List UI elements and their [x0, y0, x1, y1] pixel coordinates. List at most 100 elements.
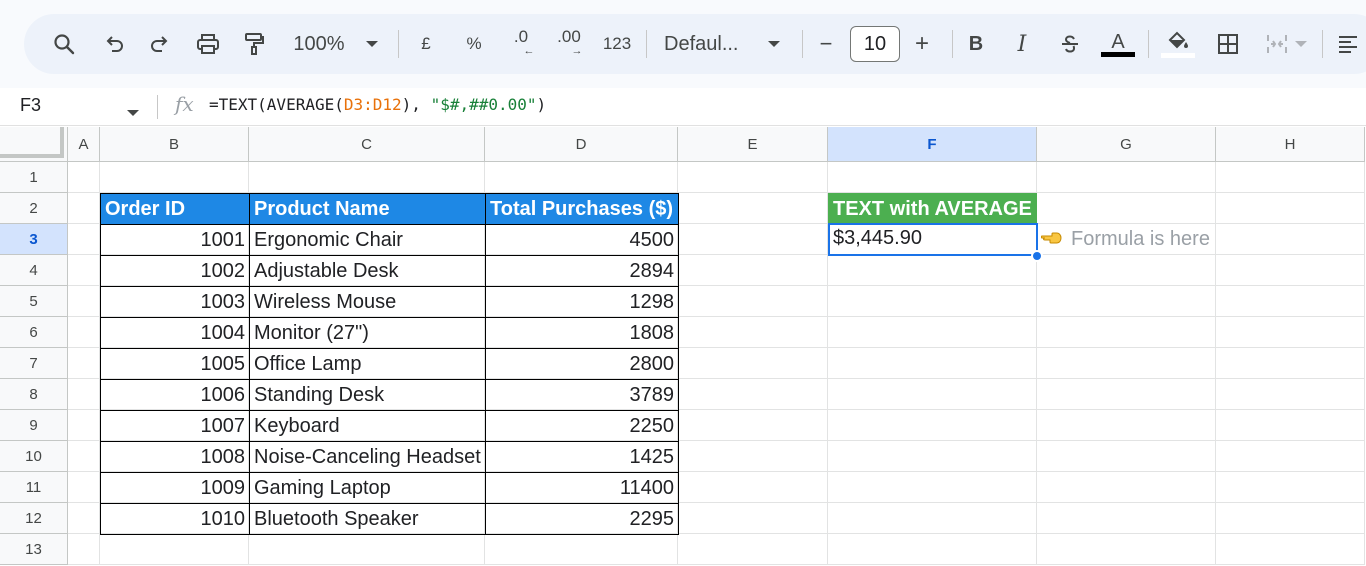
total-purchases-cell[interactable]: 4500: [485, 224, 679, 256]
borders-icon[interactable]: [1214, 28, 1242, 60]
order-id-cell[interactable]: 1002: [100, 255, 250, 287]
cell-a9[interactable]: [68, 410, 100, 441]
row-header-6[interactable]: 6: [0, 317, 68, 348]
order-id-cell[interactable]: 1004: [100, 317, 250, 349]
italic-button[interactable]: I: [1010, 28, 1034, 60]
cell-h3[interactable]: [1216, 224, 1365, 255]
cell-h13[interactable]: [1216, 534, 1365, 565]
cell-f10[interactable]: [828, 441, 1037, 472]
cell-a6[interactable]: [68, 317, 100, 348]
fill-color-icon[interactable]: [1160, 28, 1196, 60]
formula-input[interactable]: =TEXT(AVERAGE(D3:D12), "$#,##0.00"): [209, 95, 546, 114]
row-header-11[interactable]: 11: [0, 472, 68, 503]
cell-g1[interactable]: [1037, 162, 1216, 193]
row-header-8[interactable]: 8: [0, 379, 68, 410]
product-name-cell[interactable]: Wireless Mouse: [249, 286, 486, 318]
cell-f12[interactable]: [828, 503, 1037, 534]
active-cell-f3[interactable]: $3,445.90: [828, 223, 1038, 256]
order-id-cell[interactable]: 1008: [100, 441, 250, 473]
total-purchases-cell[interactable]: 2250: [485, 410, 679, 442]
cell-b13[interactable]: [100, 534, 249, 565]
cell-e2[interactable]: [678, 193, 828, 224]
product-name-cell[interactable]: Gaming Laptop: [249, 472, 486, 504]
cell-h1[interactable]: [1216, 162, 1365, 193]
cell-a11[interactable]: [68, 472, 100, 503]
cell-c13[interactable]: [249, 534, 485, 565]
cell-f5[interactable]: [828, 286, 1037, 317]
name-box[interactable]: F3: [20, 95, 41, 116]
percent-format-button[interactable]: %: [462, 28, 486, 60]
cell-g11[interactable]: [1037, 472, 1216, 503]
redo-icon[interactable]: [144, 28, 176, 60]
decrease-font-size-button[interactable]: −: [814, 28, 838, 60]
cell-g2[interactable]: [1037, 193, 1216, 224]
search-icon[interactable]: [48, 28, 80, 60]
cell-g7[interactable]: [1037, 348, 1216, 379]
product-name-cell[interactable]: Keyboard: [249, 410, 486, 442]
cell-f11[interactable]: [828, 472, 1037, 503]
cell-e3[interactable]: [678, 224, 828, 255]
text-color-button[interactable]: A: [1100, 28, 1136, 60]
result-header-cell[interactable]: TEXT with AVERAGE: [828, 193, 1037, 224]
bold-button[interactable]: B: [964, 28, 988, 60]
row-header-7[interactable]: 7: [0, 348, 68, 379]
product-name-cell[interactable]: Adjustable Desk: [249, 255, 486, 287]
cell-h8[interactable]: [1216, 379, 1365, 410]
cell-a2[interactable]: [68, 193, 100, 224]
order-id-cell[interactable]: 1001: [100, 224, 250, 256]
column-header-c[interactable]: C: [249, 127, 485, 162]
column-header-d[interactable]: D: [485, 127, 678, 162]
cell-a13[interactable]: [68, 534, 100, 565]
number-format-button[interactable]: 123: [598, 28, 636, 60]
total-purchases-cell[interactable]: 1425: [485, 441, 679, 473]
total-purchases-cell[interactable]: 2800: [485, 348, 679, 380]
cell-h4[interactable]: [1216, 255, 1365, 286]
cell-f4[interactable]: [828, 255, 1037, 286]
order-id-header[interactable]: Order ID: [100, 193, 250, 225]
column-header-e[interactable]: E: [678, 127, 828, 162]
cell-f13[interactable]: [828, 534, 1037, 565]
cell-a5[interactable]: [68, 286, 100, 317]
order-id-cell[interactable]: 1006: [100, 379, 250, 411]
order-id-cell[interactable]: 1003: [100, 286, 250, 318]
zoom-level[interactable]: 100%: [288, 28, 350, 60]
print-icon[interactable]: [192, 28, 224, 60]
cell-f8[interactable]: [828, 379, 1037, 410]
cell-e4[interactable]: [678, 255, 828, 286]
name-box-dropdown-icon[interactable]: [127, 103, 139, 121]
row-header-1[interactable]: 1: [0, 162, 68, 193]
cell-h9[interactable]: [1216, 410, 1365, 441]
horizontal-align-icon[interactable]: [1334, 28, 1362, 60]
row-header-5[interactable]: 5: [0, 286, 68, 317]
cell-h7[interactable]: [1216, 348, 1365, 379]
total-purchases-cell[interactable]: 11400: [485, 472, 679, 504]
cell-d13[interactable]: [485, 534, 678, 565]
freeze-columns-handle[interactable]: [60, 127, 64, 158]
cell-e9[interactable]: [678, 410, 828, 441]
currency-format-button[interactable]: £: [416, 28, 436, 60]
font-family-select[interactable]: Defaul...: [664, 28, 754, 60]
row-header-3[interactable]: 3: [0, 224, 68, 255]
cell-a8[interactable]: [68, 379, 100, 410]
product-name-header[interactable]: Product Name: [249, 193, 486, 225]
row-header-4[interactable]: 4: [0, 255, 68, 286]
cell-a12[interactable]: [68, 503, 100, 534]
total-purchases-cell[interactable]: 1298: [485, 286, 679, 318]
product-name-cell[interactable]: Office Lamp: [249, 348, 486, 380]
cell-g8[interactable]: [1037, 379, 1216, 410]
column-header-f[interactable]: F: [828, 127, 1037, 162]
cell-h5[interactable]: [1216, 286, 1365, 317]
cell-e8[interactable]: [678, 379, 828, 410]
row-header-9[interactable]: 9: [0, 410, 68, 441]
cell-a1[interactable]: [68, 162, 100, 193]
cell-e11[interactable]: [678, 472, 828, 503]
cell-d1[interactable]: [485, 162, 678, 193]
product-name-cell[interactable]: Standing Desk: [249, 379, 486, 411]
cell-a3[interactable]: [68, 224, 100, 255]
column-header-a[interactable]: A: [68, 127, 100, 162]
product-name-cell[interactable]: Bluetooth Speaker: [249, 503, 486, 535]
column-header-b[interactable]: B: [100, 127, 249, 162]
freeze-rows-handle[interactable]: [0, 154, 64, 158]
cell-g4[interactable]: [1037, 255, 1216, 286]
cell-e1[interactable]: [678, 162, 828, 193]
